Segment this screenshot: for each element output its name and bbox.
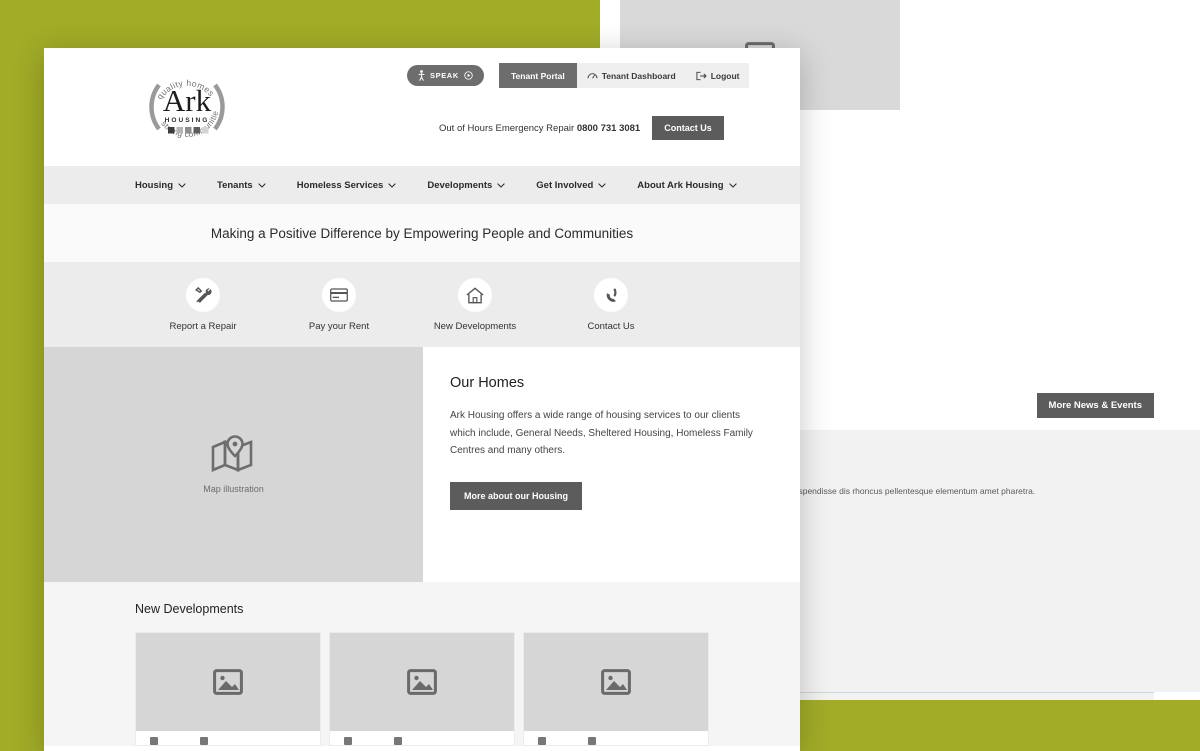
map-caption: Map illustration bbox=[203, 484, 264, 494]
development-card-image bbox=[330, 633, 514, 731]
quick-link-new-developments[interactable]: New Developments bbox=[407, 278, 543, 332]
new-developments-cards bbox=[135, 632, 800, 746]
phone-icon bbox=[606, 287, 617, 302]
development-card[interactable] bbox=[523, 632, 709, 746]
development-card-meta bbox=[136, 731, 320, 745]
nav-item-tenants[interactable]: Tenants bbox=[217, 180, 266, 191]
chevron-down-icon bbox=[728, 182, 737, 188]
person-icon bbox=[418, 70, 425, 81]
development-card[interactable] bbox=[135, 632, 321, 746]
map-illustration-panel: Map illustration bbox=[44, 347, 423, 582]
homepage-overlay-preview: quality homes strong communities Ark HOU… bbox=[44, 48, 800, 751]
logo-color-squares bbox=[168, 127, 209, 134]
more-news-events-button[interactable]: More News & Events bbox=[1036, 392, 1154, 418]
quick-link-label: New Developments bbox=[433, 321, 517, 332]
site-header: quality homes strong communities Ark HOU… bbox=[44, 48, 800, 166]
nav-item-housing[interactable]: Housing bbox=[135, 180, 186, 191]
new-developments-heading: New Developments bbox=[135, 602, 244, 616]
quick-link-icon-wrap bbox=[322, 278, 356, 312]
quick-link-pay-your-rent[interactable]: Pay your Rent bbox=[271, 278, 407, 332]
quick-link-contact-us[interactable]: Contact Us bbox=[543, 278, 679, 332]
nav-item-homeless-services[interactable]: Homeless Services bbox=[297, 180, 397, 191]
logout-icon bbox=[696, 71, 707, 80]
quick-link-label: Pay your Rent bbox=[308, 321, 370, 332]
development-card-meta bbox=[524, 731, 708, 745]
nav-label: Developments bbox=[427, 179, 493, 191]
nav-item-developments[interactable]: Developments bbox=[427, 179, 506, 191]
development-card-meta bbox=[330, 731, 514, 745]
tools-icon bbox=[194, 286, 212, 303]
hero-tagline: Making a Positive Difference by Empoweri… bbox=[44, 204, 800, 263]
quick-link-icon-wrap bbox=[458, 278, 492, 312]
nav-label: About Ark Housing bbox=[637, 179, 724, 191]
chevron-down-icon bbox=[257, 182, 266, 188]
logout-link[interactable]: Logout bbox=[686, 63, 750, 88]
quick-link-icon-wrap bbox=[594, 278, 628, 312]
new-developments-section: New Developments bbox=[44, 582, 800, 746]
location-icon bbox=[150, 737, 158, 745]
logo-subtitle: HOUSING bbox=[165, 117, 210, 124]
tenant-dashboard-label: Tenant Dashboard bbox=[601, 70, 676, 81]
logo-wordmark: Ark bbox=[163, 83, 212, 118]
nav-label: Homeless Services bbox=[296, 179, 384, 191]
contact-us-button[interactable]: Contact Us bbox=[652, 116, 724, 140]
development-card[interactable] bbox=[329, 632, 515, 746]
image-placeholder-icon bbox=[601, 669, 631, 695]
nav-label: Tenants bbox=[217, 179, 253, 191]
more-about-housing-button[interactable]: More about our Housing bbox=[450, 481, 582, 510]
image-placeholder-icon bbox=[213, 669, 243, 695]
our-homes-copy: Our Homes Ark Housing offers a wide rang… bbox=[423, 347, 800, 582]
speak-accessibility-button[interactable]: SPEAK bbox=[407, 65, 484, 86]
chevron-down-icon bbox=[497, 182, 506, 188]
house-icon bbox=[466, 286, 484, 303]
chevron-down-icon bbox=[178, 182, 186, 188]
development-card-image bbox=[136, 633, 320, 731]
map-pin-icon bbox=[211, 435, 252, 472]
our-homes-body: Ark Housing offers a wide range of housi… bbox=[450, 410, 753, 456]
quick-link-report-a-repair[interactable]: Report a Repair bbox=[135, 278, 271, 332]
logout-label: Logout bbox=[710, 70, 740, 81]
nav-item-get-involved[interactable]: Get Involved bbox=[536, 179, 607, 191]
development-card-image bbox=[524, 633, 708, 731]
quick-link-icon-wrap bbox=[186, 278, 220, 312]
dashboard-icon bbox=[587, 73, 598, 79]
nav-label: Housing bbox=[135, 179, 173, 191]
location-icon bbox=[538, 737, 546, 745]
home-type-icon bbox=[394, 737, 402, 745]
tenant-dashboard-link[interactable]: Tenant Dashboard bbox=[577, 63, 686, 88]
emergency-text: Out of Hours Emergency Repair 0800 731 3… bbox=[439, 123, 640, 134]
ark-housing-logo[interactable]: quality homes strong communities Ark HOU… bbox=[137, 57, 237, 157]
main-navigation: Housing Tenants Homeless Services Develo… bbox=[44, 166, 800, 204]
location-icon bbox=[344, 737, 352, 745]
emergency-label: Out of Hours Emergency Repair bbox=[439, 122, 575, 134]
quick-link-label: Contact Us bbox=[587, 321, 635, 332]
chevron-down-icon bbox=[388, 182, 397, 188]
our-homes-section: Map illustration Our Homes Ark Housing o… bbox=[44, 347, 800, 582]
tenant-portal-tab[interactable]: Tenant Portal bbox=[499, 63, 577, 88]
credit-card-icon bbox=[330, 288, 348, 302]
nav-label: Get Involved bbox=[536, 179, 594, 191]
nav-item-about-ark-housing[interactable]: About Ark Housing bbox=[637, 179, 737, 191]
image-placeholder-icon bbox=[407, 669, 437, 695]
emergency-repair-row: Out of Hours Emergency Repair 0800 731 3… bbox=[439, 116, 724, 140]
our-homes-heading: Our Homes bbox=[450, 375, 525, 391]
home-type-icon bbox=[588, 737, 596, 745]
quick-link-label: Report a Repair bbox=[169, 321, 237, 332]
tenant-portal-bar: Tenant Portal Tenant Dashboard Logout bbox=[499, 63, 750, 88]
emergency-number[interactable]: 0800 731 3081 bbox=[577, 123, 640, 134]
chevron-down-icon bbox=[598, 182, 607, 188]
speak-label: SPEAK bbox=[430, 71, 459, 80]
quick-links-bar: Report a Repair Pay your Rent New Develo… bbox=[44, 263, 800, 347]
home-type-icon bbox=[200, 737, 208, 745]
play-icon bbox=[464, 71, 473, 80]
